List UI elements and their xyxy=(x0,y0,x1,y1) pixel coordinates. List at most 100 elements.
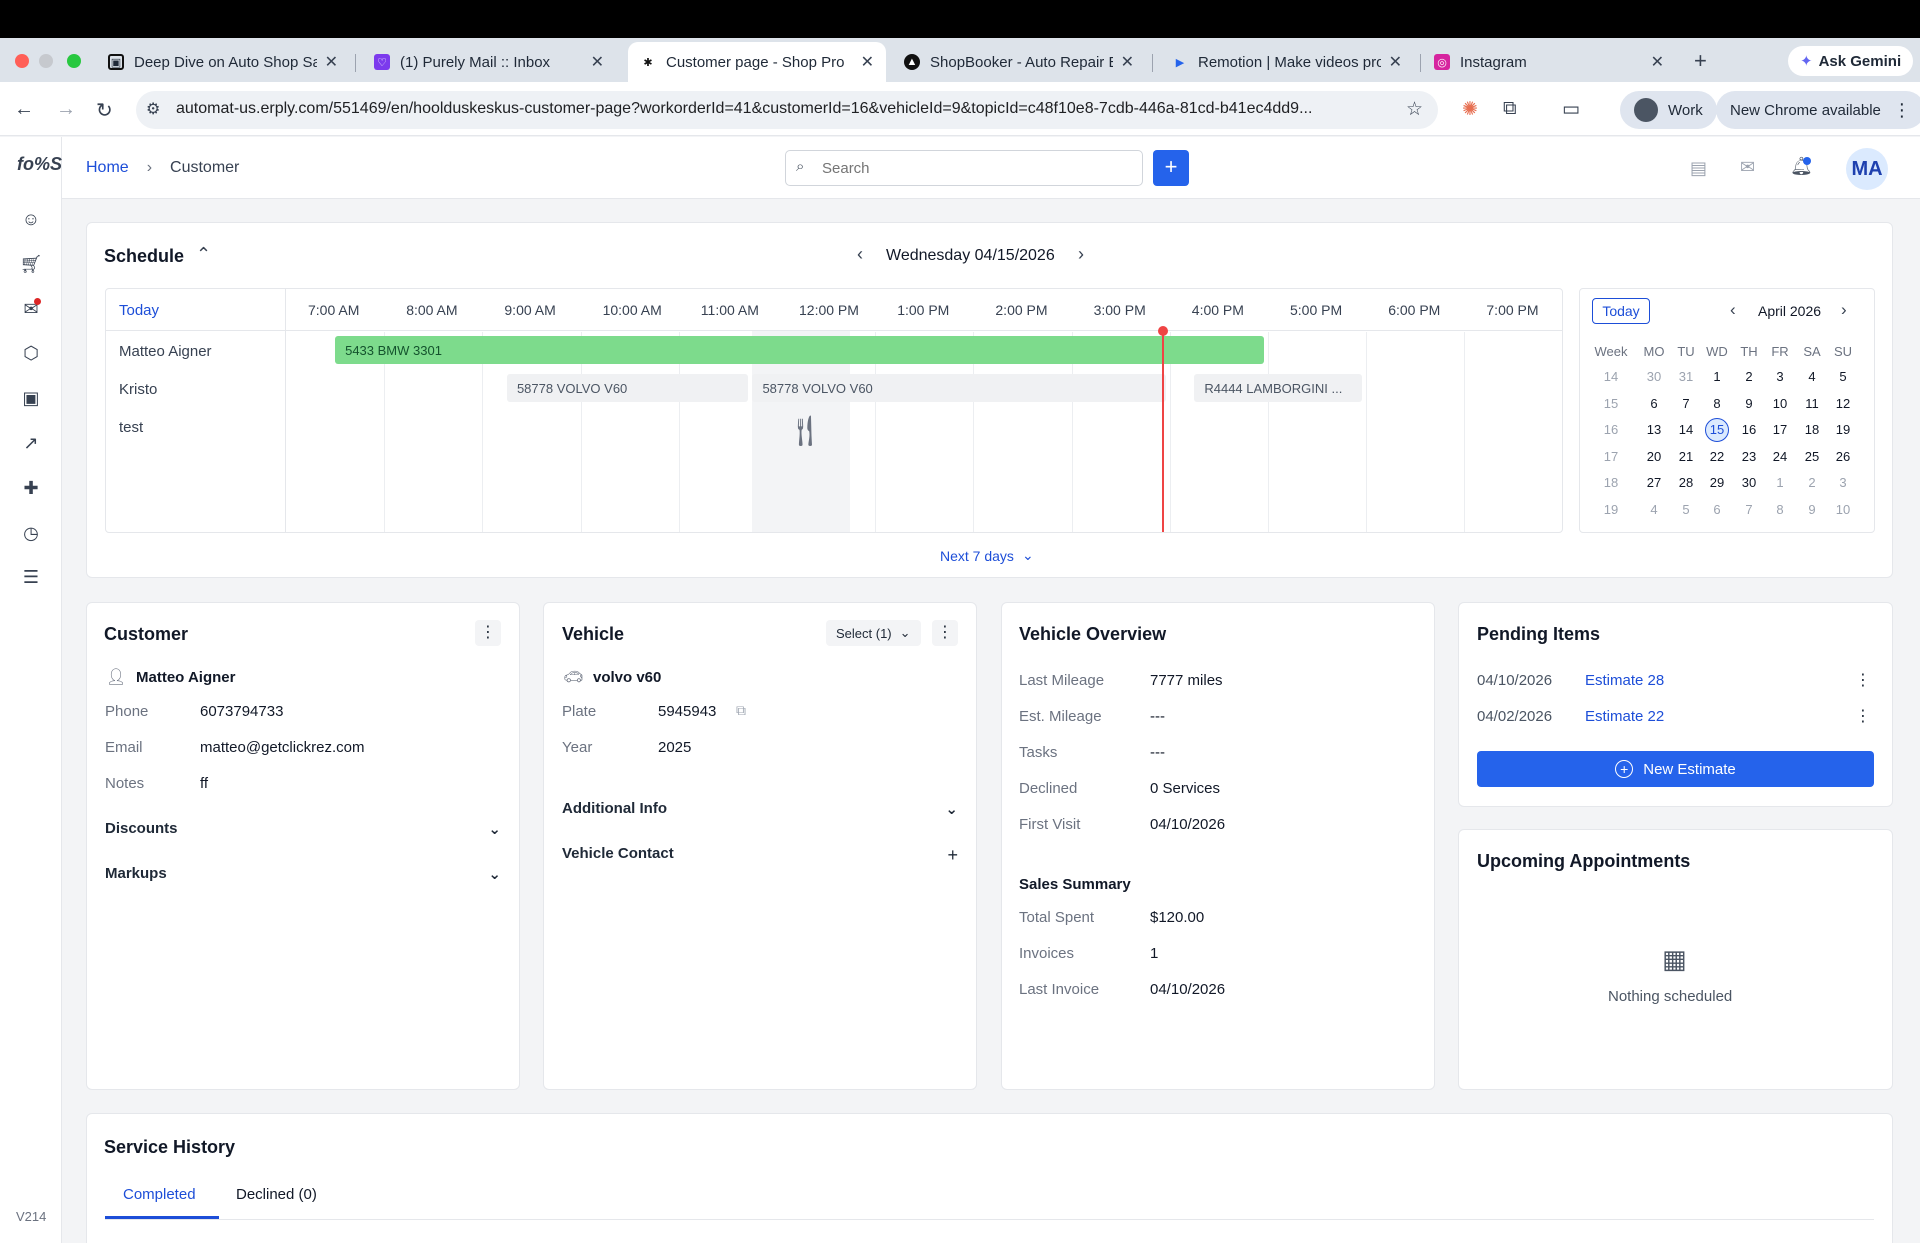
calendar-day[interactable]: 3 xyxy=(1766,366,1794,388)
calendar-day[interactable]: 4 xyxy=(1640,499,1668,521)
tab-close-icon[interactable]: ✕ xyxy=(1121,52,1134,72)
calendar-day[interactable]: 18 xyxy=(1798,419,1826,441)
calendar-day[interactable]: 16 xyxy=(1735,419,1763,441)
bookmark-star-icon[interactable]: ☆ xyxy=(1406,98,1423,121)
timeline-today-link[interactable]: Today xyxy=(119,302,159,319)
prev-day-icon[interactable]: ‹ xyxy=(857,244,863,265)
sidebar-briefcase-icon[interactable]: ▣ xyxy=(18,385,44,411)
booking-block[interactable]: 58778 VOLVO V60 xyxy=(752,374,1166,402)
calendar-day[interactable]: 5 xyxy=(1672,499,1700,521)
calendar-day[interactable]: 13 xyxy=(1640,419,1668,441)
tab-close-icon[interactable]: ✕ xyxy=(1389,52,1402,72)
pending-item-link[interactable]: Estimate 22 xyxy=(1585,708,1664,725)
calendar-day[interactable]: 29 xyxy=(1703,472,1731,494)
calendar-day[interactable]: 10 xyxy=(1766,393,1794,415)
calendar-day[interactable]: 24 xyxy=(1766,446,1794,468)
search-input[interactable] xyxy=(822,157,1122,179)
profile-button[interactable]: Work xyxy=(1620,91,1717,129)
calendar-day[interactable]: 2 xyxy=(1798,472,1826,494)
calendar-day[interactable]: 27 xyxy=(1640,472,1668,494)
mini-calendar-today-button[interactable]: Today xyxy=(1592,298,1650,324)
sidebar-timer-icon[interactable]: ◷ xyxy=(18,520,44,546)
calendar-day[interactable]: 25 xyxy=(1798,446,1826,468)
window-minimize-icon[interactable] xyxy=(39,54,53,68)
pending-item-menu-icon[interactable]: ⋮ xyxy=(1855,706,1871,726)
vehicle-select-dropdown[interactable]: Select (1) ⌄ xyxy=(826,620,921,646)
tab-close-icon[interactable]: ✕ xyxy=(591,52,604,72)
calendar-day[interactable]: 3 xyxy=(1829,472,1857,494)
app-logo[interactable]: fo%S xyxy=(17,154,62,175)
ask-gemini-button[interactable]: ✦ Ask Gemini xyxy=(1788,46,1914,76)
sidebar-cart-icon[interactable]: 🛒︎ xyxy=(18,251,44,277)
browser-tab[interactable]: ▶ Remotion | Make videos prog ✕ xyxy=(1160,44,1414,80)
next-month-icon[interactable]: › xyxy=(1841,300,1847,320)
tab-close-icon[interactable]: ✕ xyxy=(325,52,338,72)
extension-claude-icon[interactable]: ✺ xyxy=(1462,98,1478,121)
calendar-day[interactable]: 22 xyxy=(1703,446,1731,468)
sidebar-chart-icon[interactable]: ↗ xyxy=(18,430,44,456)
calendar-day[interactable]: 28 xyxy=(1672,472,1700,494)
customer-menu-icon[interactable]: ⋮ xyxy=(475,620,501,646)
discounts-toggle[interactable]: Discounts ⌄ xyxy=(105,820,501,838)
calendar-day[interactable]: 8 xyxy=(1766,499,1794,521)
markups-toggle[interactable]: Markups ⌄ xyxy=(105,865,501,883)
calendar-day[interactable]: 6 xyxy=(1640,393,1668,415)
calendar-day[interactable]: 14 xyxy=(1672,419,1700,441)
window-maximize-icon[interactable] xyxy=(67,54,81,68)
chat-icon[interactable]: ▤ xyxy=(1690,158,1707,179)
calendar-day[interactable]: 30 xyxy=(1640,366,1668,388)
calendar-day[interactable]: 9 xyxy=(1798,499,1826,521)
site-info-icon[interactable]: ⚙ xyxy=(146,99,160,119)
url-text[interactable]: automat-us.erply.com/551469/en/hoolduske… xyxy=(176,100,1386,118)
calendar-day[interactable]: 10 xyxy=(1829,499,1857,521)
tab-declined[interactable]: Declined (0) xyxy=(236,1186,317,1203)
calendar-day[interactable]: 1 xyxy=(1766,472,1794,494)
calendar-day[interactable]: 19 xyxy=(1829,419,1857,441)
sidebar-box-icon[interactable]: ⬡ xyxy=(18,340,44,366)
calendar-day[interactable]: 2 xyxy=(1735,366,1763,388)
forward-icon[interactable]: → xyxy=(56,98,76,121)
user-avatar[interactable]: MA xyxy=(1846,148,1888,190)
browser-tab[interactable]: ▲ ShopBooker - Auto Repair Bo ✕ xyxy=(892,44,1146,80)
vehicle-contact-row[interactable]: Vehicle Contact + xyxy=(562,845,958,866)
reload-icon[interactable]: ↻ xyxy=(96,98,113,123)
booking-block[interactable]: 58778 VOLVO V60 xyxy=(506,374,749,402)
calendar-day[interactable]: 4 xyxy=(1798,366,1826,388)
calendar-day[interactable]: 30 xyxy=(1735,472,1763,494)
calendar-day[interactable]: 31 xyxy=(1672,366,1700,388)
calendar-day[interactable]: 20 xyxy=(1640,446,1668,468)
chrome-update-button[interactable]: New Chrome available ⋮ xyxy=(1716,91,1920,129)
calendar-day[interactable]: 12 xyxy=(1829,393,1857,415)
pending-item-menu-icon[interactable]: ⋮ xyxy=(1855,670,1871,690)
tab-close-icon[interactable]: ✕ xyxy=(1651,52,1664,72)
browser-tab[interactable]: ▣ Deep Dive on Auto Shop Saa ✕ xyxy=(96,44,350,80)
mail-icon[interactable]: ✉ xyxy=(1740,157,1755,178)
collapse-chevron-icon[interactable]: ⌃ xyxy=(196,244,211,265)
pending-item-link[interactable]: Estimate 28 xyxy=(1585,672,1664,689)
calendar-day[interactable]: 23 xyxy=(1735,446,1763,468)
tab-completed[interactable]: Completed xyxy=(123,1186,196,1203)
calendar-day[interactable]: 26 xyxy=(1829,446,1857,468)
calendar-day[interactable]: 7 xyxy=(1672,393,1700,415)
copy-icon[interactable]: ⧉ xyxy=(736,702,746,719)
calendar-day[interactable]: 7 xyxy=(1735,499,1763,521)
calendar-day[interactable]: 15 xyxy=(1705,418,1729,443)
calendar-day[interactable]: 5 xyxy=(1829,366,1857,388)
browser-tab[interactable]: ♡ (1) Purely Mail :: Inbox ✕ xyxy=(362,44,616,80)
breadcrumb-home[interactable]: Home xyxy=(86,159,129,177)
add-button[interactable]: + xyxy=(1153,150,1189,186)
back-icon[interactable]: ← xyxy=(14,98,34,121)
sidebar-customers-icon[interactable]: ☺ xyxy=(18,206,44,232)
extensions-puzzle-icon[interactable]: ⧉ xyxy=(1503,98,1517,120)
calendar-day[interactable]: 21 xyxy=(1672,446,1700,468)
calendar-day[interactable]: 1 xyxy=(1703,366,1731,388)
cast-icon[interactable]: ▭ xyxy=(1562,98,1580,121)
booking-block[interactable]: R4444 LAMBORGINI ... xyxy=(1194,374,1363,402)
vehicle-menu-icon[interactable]: ⋮ xyxy=(932,620,958,646)
calendar-day[interactable]: 17 xyxy=(1766,419,1794,441)
more-vert-icon[interactable]: ⋮ xyxy=(1893,100,1911,121)
new-tab-button[interactable]: + xyxy=(1694,48,1707,74)
next-7-days-button[interactable]: Next 7 days ⌄ xyxy=(940,547,1034,564)
calendar-day[interactable]: 8 xyxy=(1703,393,1731,415)
add-contact-icon[interactable]: + xyxy=(947,845,958,866)
